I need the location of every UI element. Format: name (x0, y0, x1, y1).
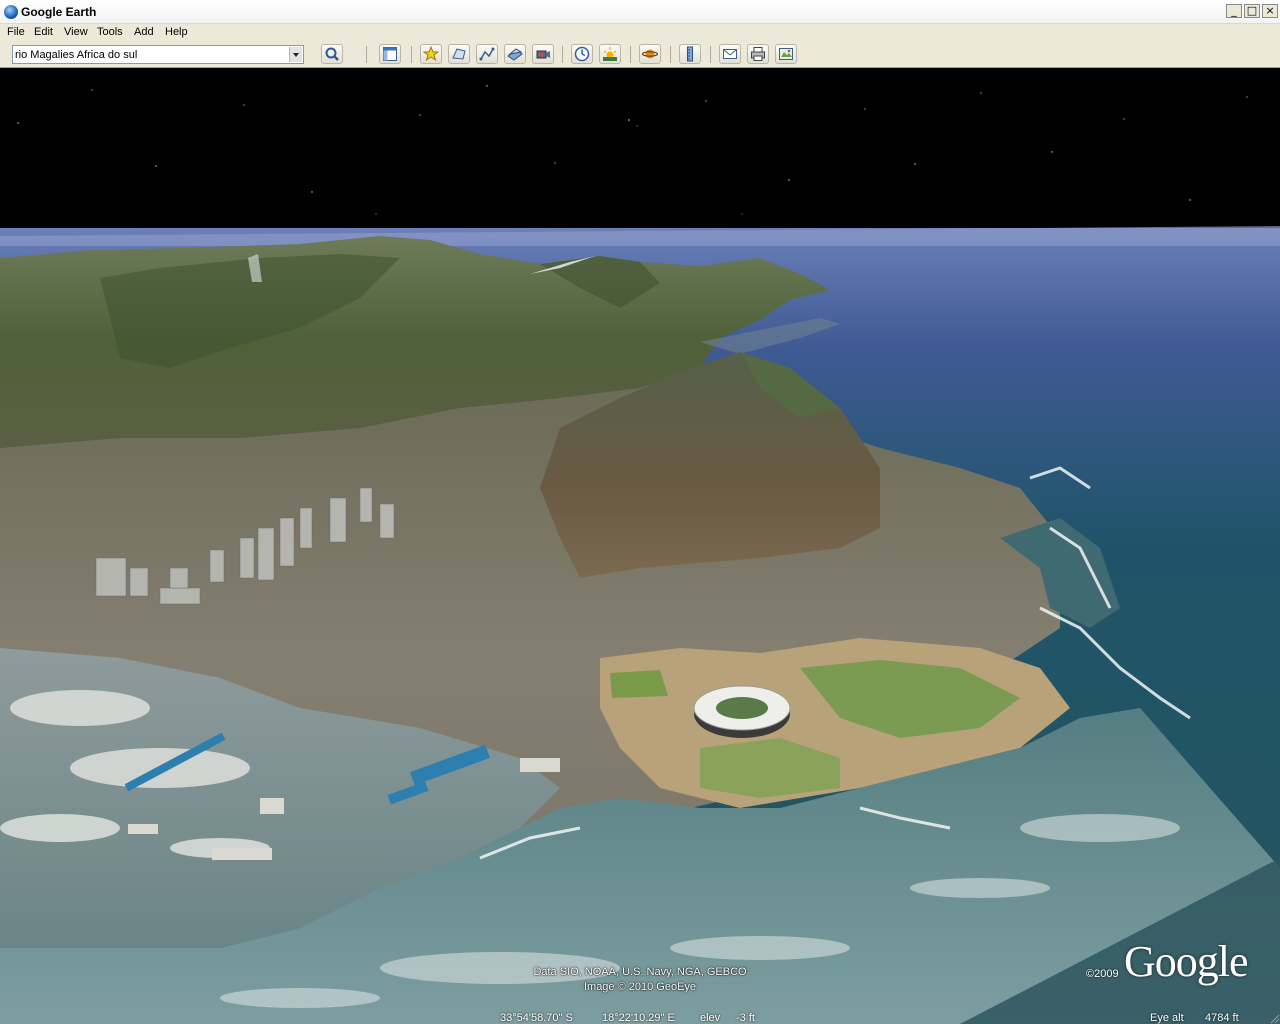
menu-file[interactable]: File (7, 26, 25, 38)
email-button[interactable] (719, 44, 741, 64)
terrain-view[interactable] (0, 68, 1280, 1024)
copyright-year: ©2009 (1086, 968, 1119, 980)
google-earth-app-icon (4, 5, 18, 19)
sunlight-button[interactable] (599, 44, 621, 64)
record-tour-button[interactable] (532, 44, 554, 64)
ruler-icon (687, 46, 693, 62)
search-box (12, 45, 304, 64)
menu-help[interactable]: Help (165, 26, 188, 38)
menu-edit[interactable]: Edit (34, 26, 53, 38)
imagery-attribution: Image © 2010 GeoEye (583, 981, 697, 993)
longitude-readout: 18°22'10.29" E (602, 1012, 675, 1024)
add-path-button[interactable] (476, 44, 498, 64)
print-button[interactable] (747, 44, 769, 64)
eye-altitude-value: 4784 ft (1205, 1012, 1239, 1024)
sports-field (610, 670, 668, 698)
print-icon (751, 47, 765, 61)
menu-add[interactable]: Add (134, 26, 154, 38)
add-polygon-icon (452, 48, 466, 60)
ruler-button[interactable] (679, 44, 701, 64)
toolbar-separator (411, 46, 412, 63)
search-input[interactable] (15, 47, 285, 62)
search-history-dropdown[interactable] (289, 47, 302, 62)
map-viewport[interactable]: Data SIO, NOAA, U.S. Navy, NGA, GEBCO Im… (0, 68, 1280, 1024)
window-title: Google Earth (21, 5, 97, 19)
latitude-readout: 33°54'58.70" S (500, 1012, 573, 1024)
minimize-button[interactable]: _ (1226, 4, 1242, 18)
eye-altitude-label: Eye alt (1150, 1012, 1184, 1024)
magnifier-icon (325, 47, 339, 61)
sunlight-icon (603, 47, 617, 61)
menu-tools[interactable]: Tools (97, 26, 123, 38)
switch-planet-button[interactable] (639, 44, 661, 64)
search-button[interactable] (321, 44, 343, 64)
elevation-value: -3 ft (736, 1012, 755, 1024)
night-sky (0, 68, 1280, 238)
add-polygon-button[interactable] (448, 44, 470, 64)
record-tour-icon (536, 50, 550, 59)
resize-grip-icon[interactable] (1268, 1012, 1280, 1024)
add-placemark-button[interactable] (420, 44, 442, 64)
switch-planet-icon (642, 49, 658, 59)
email-icon (723, 49, 737, 59)
close-button[interactable]: × (1262, 4, 1278, 18)
add-placemark-icon (423, 46, 439, 62)
maximize-button[interactable]: □ (1244, 4, 1260, 18)
menu-bar: File Edit View Tools Add Help (0, 24, 1280, 42)
google-logo: Google (1124, 937, 1249, 986)
toolbar-separator (710, 46, 711, 63)
historical-imagery-icon (574, 46, 590, 62)
view-in-maps-button[interactable] (775, 44, 797, 64)
toolbar-separator (366, 46, 367, 63)
add-path-icon (479, 47, 495, 61)
sidebar-toggle-button[interactable] (379, 44, 401, 64)
view-in-maps-icon (779, 48, 793, 60)
sidebar-toggle-icon (383, 47, 397, 61)
image-overlay-button[interactable] (504, 44, 526, 64)
elevation-label: elev (700, 1012, 721, 1024)
historical-imagery-button[interactable] (571, 44, 593, 64)
stadium (693, 685, 791, 738)
toolbar-separator (630, 46, 631, 63)
title-bar: Google Earth _ □ × (0, 0, 1280, 24)
toolbar-separator (562, 46, 563, 63)
toolbar-separator (670, 46, 671, 63)
image-overlay-icon (507, 48, 523, 61)
menu-view[interactable]: View (64, 26, 88, 38)
toolbar (0, 42, 1280, 68)
